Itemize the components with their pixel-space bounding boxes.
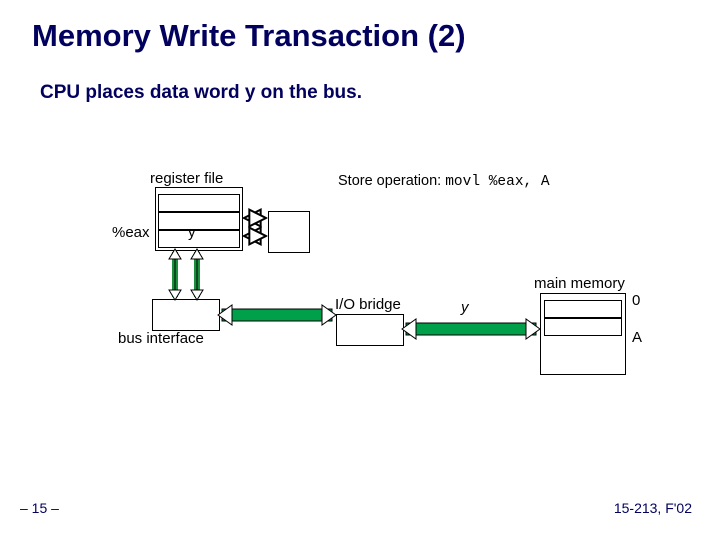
- register-row: [158, 212, 240, 230]
- diagram-wires: [0, 0, 720, 540]
- store-operation-label: Store operation: movl %eax, A: [338, 173, 550, 190]
- memory-row: [544, 300, 622, 318]
- memory-row: [544, 318, 622, 336]
- register-row: [158, 194, 240, 212]
- register-row-eax: [158, 230, 240, 248]
- y-in-register: y: [188, 224, 196, 241]
- page-number: – 15 –: [20, 500, 59, 516]
- main-memory-label: main memory: [534, 275, 625, 292]
- eax-label: %eax: [112, 224, 150, 241]
- slide-subtitle: CPU places data word y on the bus.: [40, 82, 362, 104]
- io-bridge-box: [336, 314, 404, 346]
- io-bridge-label: I/O bridge: [335, 296, 401, 313]
- y-on-bus-label: y: [461, 299, 469, 316]
- store-op-text: Store operation:: [338, 173, 441, 189]
- store-op-code: movl %eax, A: [445, 174, 549, 190]
- memory-index-0: 0: [632, 292, 640, 309]
- bus-interface-box: [152, 299, 220, 331]
- bus-interface-label: bus interface: [118, 330, 204, 347]
- slide-title: Memory Write Transaction (2): [32, 18, 466, 54]
- course-footer: 15-213, F'02: [614, 500, 692, 516]
- alu-box: [268, 211, 310, 253]
- memory-address-a: A: [632, 329, 642, 346]
- register-file-label: register file: [150, 170, 223, 187]
